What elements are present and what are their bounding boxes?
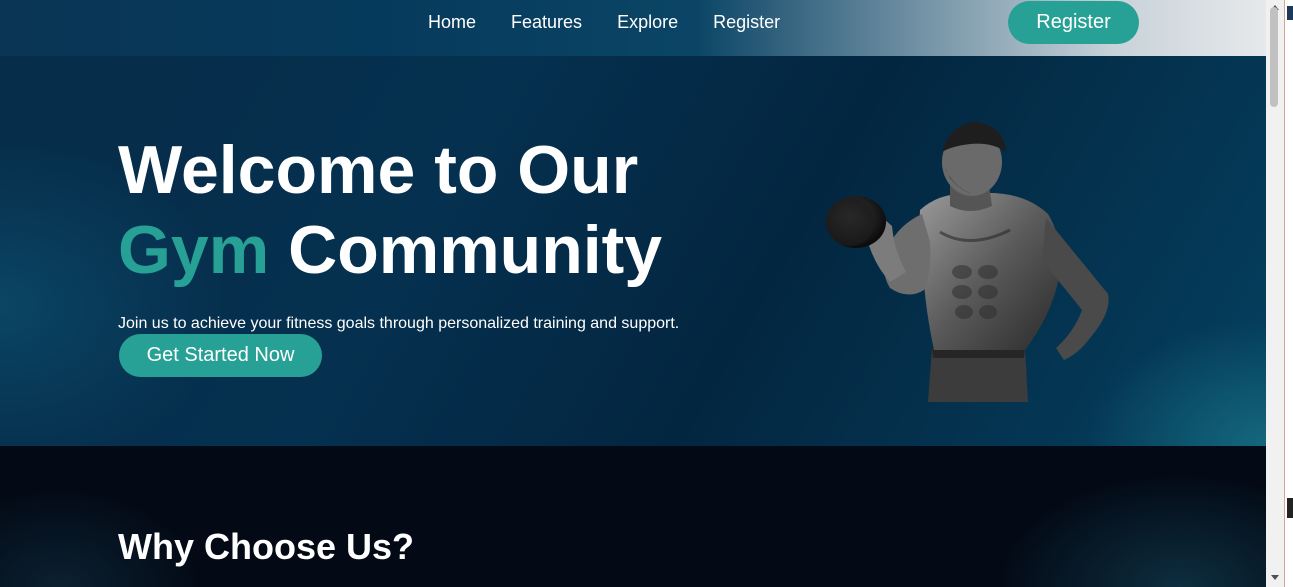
navbar: Home Features Explore Register Register bbox=[0, 0, 1266, 56]
edge-marker bbox=[1287, 498, 1293, 518]
nav-link-features[interactable]: Features bbox=[511, 11, 582, 33]
bodybuilder-image bbox=[826, 122, 1109, 402]
hero-section: Welcome to Our Gym Community Join us to … bbox=[0, 56, 1266, 446]
vertical-scrollbar[interactable] bbox=[1266, 0, 1284, 587]
edge-marker bbox=[1287, 6, 1293, 20]
nav-link-home[interactable]: Home bbox=[428, 11, 476, 33]
hero-subtitle: Join us to achieve your fitness goals th… bbox=[118, 315, 680, 332]
window-edge bbox=[1284, 0, 1293, 587]
hero-title: Welcome to Our Gym Community bbox=[118, 130, 662, 290]
nav-link-explore[interactable]: Explore bbox=[617, 11, 678, 33]
hero-title-line1: Welcome to Our bbox=[118, 132, 639, 208]
hero-title-rest: Community bbox=[269, 212, 663, 288]
scroll-down-icon[interactable] bbox=[1271, 575, 1279, 580]
hero-title-accent: Gym bbox=[118, 212, 270, 288]
why-choose-us-section: Why Choose Us? bbox=[0, 446, 1266, 587]
why-choose-us-heading: Why Choose Us? bbox=[118, 526, 415, 567]
register-button[interactable]: Register bbox=[1008, 1, 1139, 44]
nav-links: Home Features Explore Register bbox=[428, 11, 815, 33]
scroll-thumb[interactable] bbox=[1270, 7, 1278, 107]
nav-link-register[interactable]: Register bbox=[713, 11, 780, 33]
get-started-button[interactable]: Get Started Now bbox=[119, 334, 322, 377]
